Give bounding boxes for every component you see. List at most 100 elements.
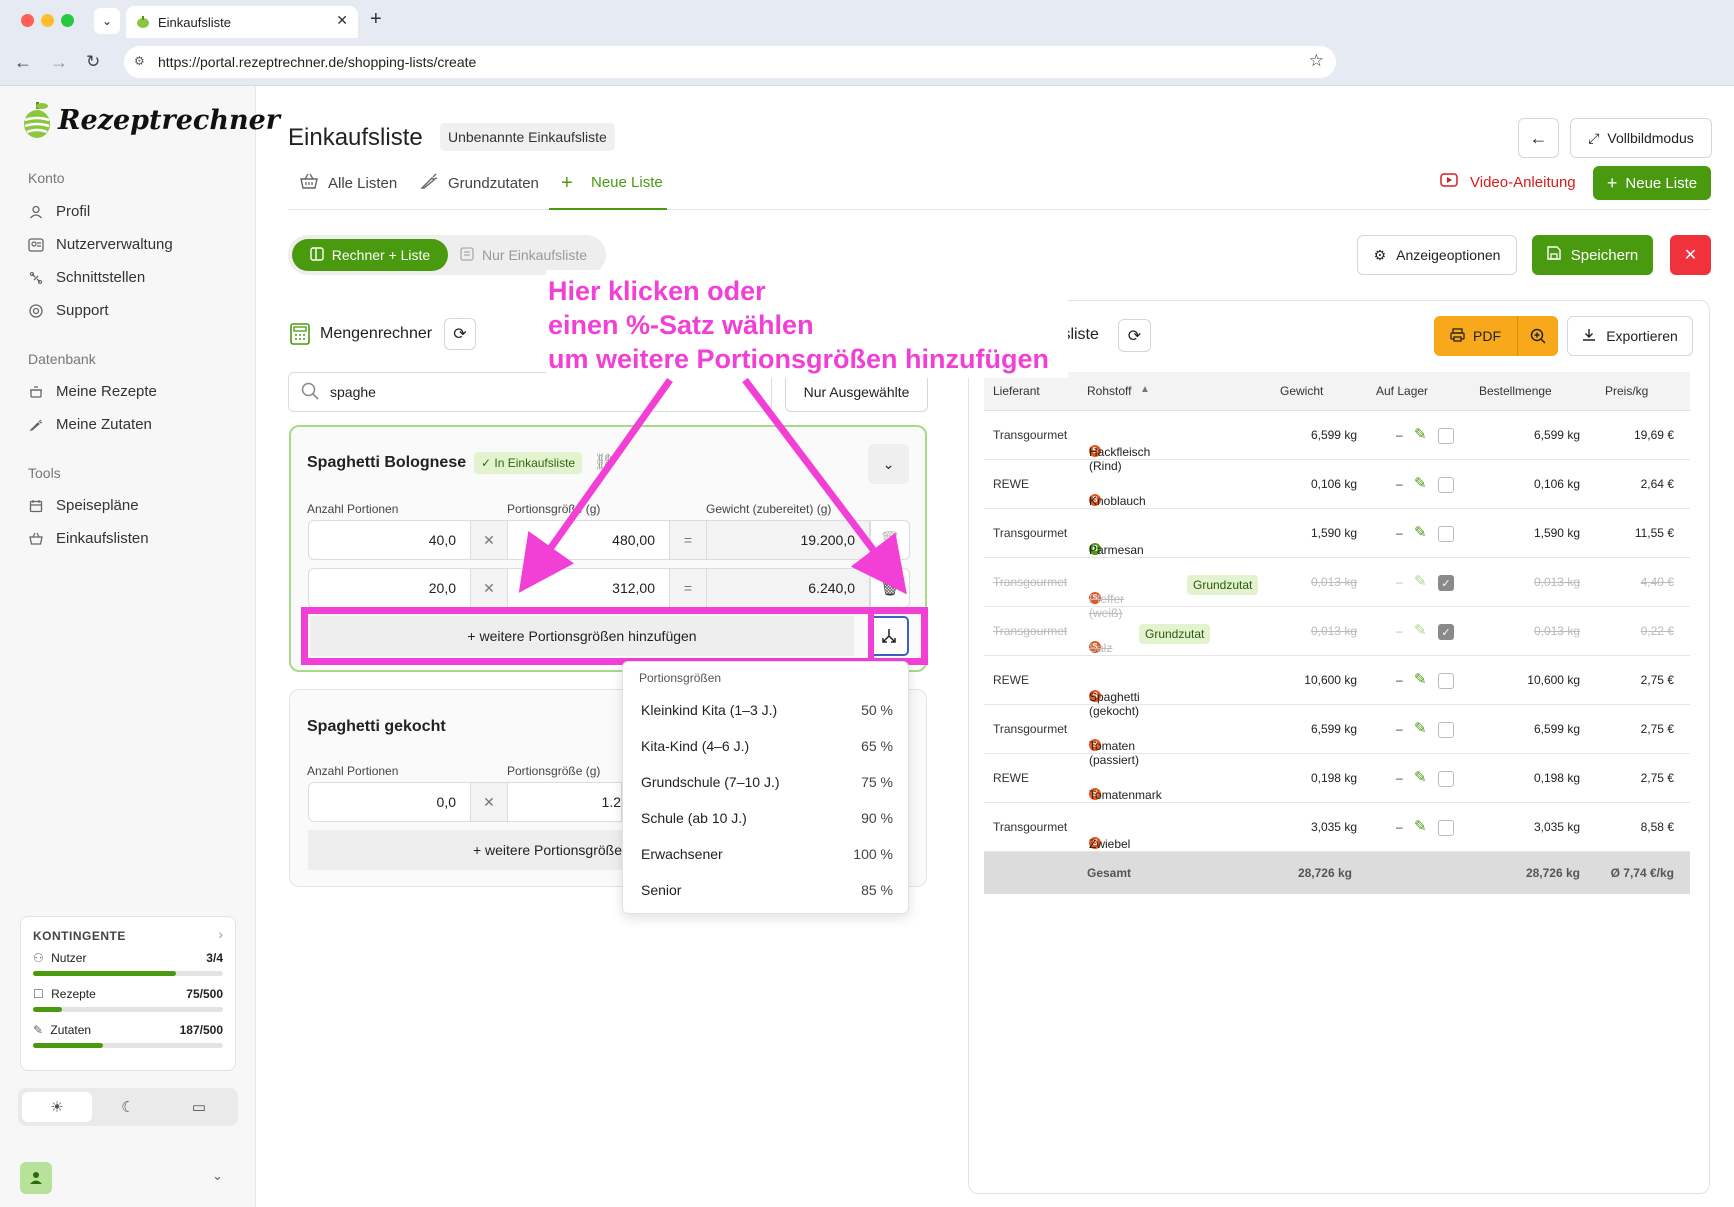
col-stock[interactable]: Auf Lager	[1376, 384, 1428, 398]
monitor-icon[interactable]: ▭	[164, 1092, 234, 1122]
tab-alle-listen[interactable]: Alle Listen	[300, 173, 397, 193]
pencil-icon[interactable]: ✎	[1414, 719, 1427, 737]
quota-used: 75	[186, 987, 200, 1001]
add-portion-sizes-button[interactable]: + weitere Portionsgröße	[308, 830, 622, 870]
dropdown-item[interactable]: Grundschule (7–10 J.) 75 %	[641, 774, 893, 790]
close-window-button[interactable]	[21, 14, 34, 27]
view-mode-toggle: Rechner + Liste Nur Einkaufsliste	[288, 235, 606, 275]
col-supplier[interactable]: Lieferant	[993, 384, 1040, 398]
site-settings-icon[interactable]: ⚙	[134, 54, 145, 68]
sidebar-item-profil[interactable]: Profil	[28, 203, 90, 220]
pencil-icon[interactable]: ✎	[1414, 768, 1427, 786]
col-item[interactable]: Rohstoff	[1087, 384, 1131, 398]
back-icon[interactable]: ←	[14, 50, 32, 74]
minimize-window-button[interactable]	[41, 14, 54, 27]
in-stock-checkbox[interactable]	[1438, 526, 1454, 542]
pencil-icon[interactable]: ✎	[1414, 817, 1427, 835]
pencil-icon[interactable]: ✎	[1414, 670, 1427, 688]
col-price[interactable]: Preis/kg	[1605, 384, 1648, 398]
new-list-button[interactable]: + Neue Liste	[1593, 166, 1711, 200]
moon-icon[interactable]: ☾	[93, 1092, 163, 1122]
bookmark-star-icon[interactable]: ☆	[1309, 51, 1324, 71]
in-stock-checkbox[interactable]: ✓	[1438, 575, 1454, 591]
weight-cell: 0,198 kg	[1310, 771, 1357, 785]
export-button[interactable]: Exportieren	[1567, 316, 1693, 356]
list-name-badge[interactable]: Unbenannte Einkaufsliste	[440, 123, 615, 151]
mode-calc-list-button[interactable]: Rechner + Liste	[292, 239, 448, 271]
user-icon	[28, 204, 44, 220]
supplier-cell: Transgourmet	[993, 428, 1068, 442]
pencil-icon[interactable]: ✎	[1414, 425, 1427, 443]
sidebar-item-meine-zutaten[interactable]: Meine Zutaten	[28, 416, 152, 433]
supplier-cell: REWE	[993, 477, 1029, 491]
price-cell: 8,58 €	[1640, 820, 1674, 834]
portion-size-input[interactable]: 312,00	[507, 568, 670, 608]
in-stock-checkbox[interactable]	[1438, 722, 1454, 738]
tab-grundzutaten[interactable]: Grundzutaten	[420, 173, 539, 193]
col-weight[interactable]: Gewicht	[1280, 384, 1323, 398]
video-guide-link[interactable]: Video-Anleitung	[1440, 173, 1576, 191]
add-portion-sizes-button[interactable]: + weitere Portionsgrößen hinzufügen	[310, 616, 854, 656]
in-stock-checkbox[interactable]	[1438, 820, 1454, 836]
sun-icon[interactable]: ☀	[22, 1092, 92, 1122]
new-tab-button[interactable]: +	[370, 8, 382, 31]
close-tab-icon[interactable]: ✕	[336, 12, 348, 29]
sidebar-item-nutzerverwaltung[interactable]: Nutzerverwaltung	[28, 236, 173, 253]
trash-icon[interactable]: 🗑︎	[870, 520, 910, 560]
search-input[interactable]: spaghe	[288, 372, 772, 412]
pdf-button[interactable]: PDF	[1434, 316, 1518, 356]
sidebar-item-support[interactable]: Support	[28, 302, 109, 319]
refresh-list-button[interactable]: ⟳	[1118, 319, 1151, 352]
portion-size-input[interactable]: 1.2	[507, 782, 622, 822]
sidebar-item-speiseplaene[interactable]: Speisepläne	[28, 497, 139, 514]
close-button[interactable]: ✕	[1670, 235, 1711, 275]
trash-icon[interactable]: 🗑︎	[870, 568, 910, 608]
dropdown-item[interactable]: Senior 85 %	[641, 882, 893, 898]
chevron-down-icon[interactable]: ⌄	[212, 1168, 223, 1184]
mode-list-only-button[interactable]: Nur Einkaufsliste	[460, 239, 600, 271]
sidebar-item-schnittstellen[interactable]: Schnittstellen	[28, 269, 145, 286]
chevron-right-icon[interactable]: ›	[218, 926, 223, 942]
sidebar-item-meine-rezepte[interactable]: Meine Rezepte	[28, 383, 157, 400]
pencil-icon[interactable]: ✎	[1414, 572, 1427, 590]
pencil-icon[interactable]: ✎	[1414, 523, 1427, 541]
col-order[interactable]: Bestellmenge	[1479, 384, 1552, 398]
portions-input[interactable]: 20,0	[308, 568, 471, 608]
save-button[interactable]: Speichern	[1532, 235, 1653, 275]
dropdown-item[interactable]: Erwachsener 100 %	[641, 846, 893, 862]
collapse-button[interactable]: ⌄	[868, 444, 909, 484]
fullscreen-button[interactable]: ⤢ Vollbildmodus	[1570, 118, 1712, 158]
portions-input[interactable]: 40,0	[308, 520, 471, 560]
browser-tab[interactable]: Einkaufsliste ✕	[126, 6, 358, 38]
in-stock-checkbox[interactable]: ✓	[1438, 624, 1454, 640]
in-stock-checkbox[interactable]	[1438, 673, 1454, 689]
avatar[interactable]	[20, 1162, 52, 1194]
logo[interactable]: Rezeptrechner	[22, 100, 280, 140]
link-icon[interactable]: ⛓	[594, 452, 614, 472]
address-bar[interactable]: ⚙ https://portal.rezeptrechner.de/shoppi…	[124, 46, 1336, 78]
tab-list-button[interactable]: ⌄	[94, 8, 120, 34]
sidebar-item-einkaufslisten[interactable]: Einkaufslisten	[28, 530, 149, 547]
back-button[interactable]: ←	[1518, 118, 1559, 158]
refresh-calculator-button[interactable]: ⟳	[444, 318, 476, 350]
reload-icon[interactable]: ↻	[86, 50, 100, 74]
tab-neue-liste[interactable]: + Neue Liste	[549, 160, 667, 210]
sort-asc-icon[interactable]: ▲	[1140, 384, 1150, 395]
only-selected-button[interactable]: Nur Ausgewählte	[785, 372, 928, 412]
dropdown-item[interactable]: Schule (ab 10 J.) 90 %	[641, 810, 893, 826]
dropdown-item[interactable]: Kleinkind Kita (1–3 J.) 50 %	[641, 702, 893, 718]
maximize-window-button[interactable]	[61, 14, 74, 27]
portion-presets-button[interactable]	[868, 616, 909, 656]
pencil-icon[interactable]: ✎	[1414, 474, 1427, 492]
staple-badge: Grundzutat	[1187, 575, 1259, 595]
in-stock-checkbox[interactable]	[1438, 428, 1454, 444]
in-stock-checkbox[interactable]	[1438, 771, 1454, 787]
forward-icon[interactable]: →	[50, 50, 68, 74]
portion-size-input[interactable]: 480,00	[507, 520, 670, 560]
pdf-preview-button[interactable]	[1518, 316, 1558, 356]
in-stock-checkbox[interactable]	[1438, 477, 1454, 493]
dropdown-item[interactable]: Kita-Kind (4–6 J.) 65 %	[641, 738, 893, 754]
pencil-icon[interactable]: ✎	[1414, 621, 1427, 639]
display-options-button[interactable]: ⚙ Anzeigeoptionen	[1357, 235, 1517, 275]
portions-input[interactable]: 0,0	[308, 782, 471, 822]
